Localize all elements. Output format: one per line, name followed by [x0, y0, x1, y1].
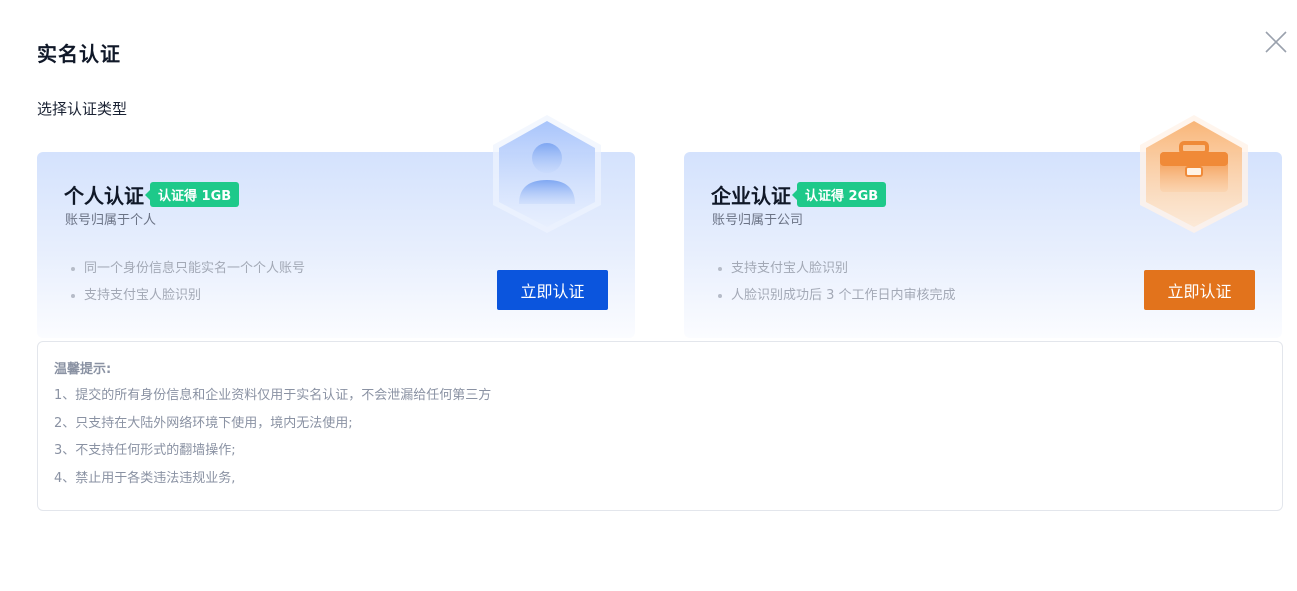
personal-feature-list: 同一个身份信息只能实名一个个人账号 支持支付宝人脸识别	[71, 255, 305, 309]
feature-text: 同一个身份信息只能实名一个个人账号	[84, 261, 306, 276]
personal-reward-badge: 认证得 1GB	[144, 182, 240, 207]
bullet-icon	[71, 266, 75, 271]
person-icon	[489, 112, 605, 236]
personal-card-header: 个人认证 认证得 1GB	[64, 180, 240, 209]
tips-title: 温馨提示:	[54, 362, 112, 377]
list-item: 4、禁止用于各类违法违规业务,	[54, 470, 236, 486]
enterprise-reward-badge: 认证得 2GB	[791, 182, 887, 207]
briefcase-icon	[1136, 112, 1252, 236]
list-item: 3、不支持任何形式的翻墙操作;	[54, 443, 236, 458]
select-type-label: 选择认证类型	[37, 100, 128, 118]
dialog-title: 实名认证	[37, 42, 121, 66]
tips-panel: 温馨提示: 1、提交的所有身份信息和企业资料仅用于实名认证，不会泄漏给任何第三方…	[37, 341, 1283, 511]
bullet-icon	[718, 293, 722, 298]
list-item: 1、提交的所有身份信息和企业资料仅用于实名认证，不会泄漏给任何第三方	[54, 388, 492, 403]
list-item: 支持支付宝人脸识别	[71, 282, 305, 309]
personal-card-title: 个人认证	[64, 184, 144, 208]
enterprise-card-description: 账号归属于公司	[712, 213, 804, 228]
tips-list: 1、提交的所有身份信息和企业资料仅用于实名认证，不会泄漏给任何第三方 2、只支持…	[54, 382, 491, 492]
bullet-icon	[71, 293, 75, 298]
enterprise-card-title: 企业认证	[711, 184, 791, 208]
close-icon[interactable]	[1264, 30, 1288, 54]
list-item: 人脸识别成功后 3 个工作日内审核完成	[718, 282, 956, 309]
feature-text: 人脸识别成功后 3 个工作日内审核完成	[731, 288, 956, 303]
list-item: 同一个身份信息只能实名一个个人账号	[71, 255, 305, 282]
personal-card-description: 账号归属于个人	[65, 213, 157, 228]
feature-text: 支持支付宝人脸识别	[84, 288, 202, 303]
personal-verify-button[interactable]: 立即认证	[497, 270, 608, 310]
realname-dialog: 实名认证 选择认证类型 个人认证 认证得 1GB 账号归属于个人 同一个身份信息…	[0, 0, 1297, 591]
list-item: 支持支付宝人脸识别	[718, 255, 956, 282]
feature-text: 支持支付宝人脸识别	[731, 261, 849, 276]
bullet-icon	[718, 266, 722, 271]
enterprise-card-header: 企业认证 认证得 2GB	[711, 180, 887, 209]
enterprise-verify-button[interactable]: 立即认证	[1144, 270, 1255, 310]
list-item: 2、只支持在大陆外网络环境下使用，境内无法使用;	[54, 415, 353, 431]
enterprise-feature-list: 支持支付宝人脸识别 人脸识别成功后 3 个工作日内审核完成	[718, 255, 956, 309]
